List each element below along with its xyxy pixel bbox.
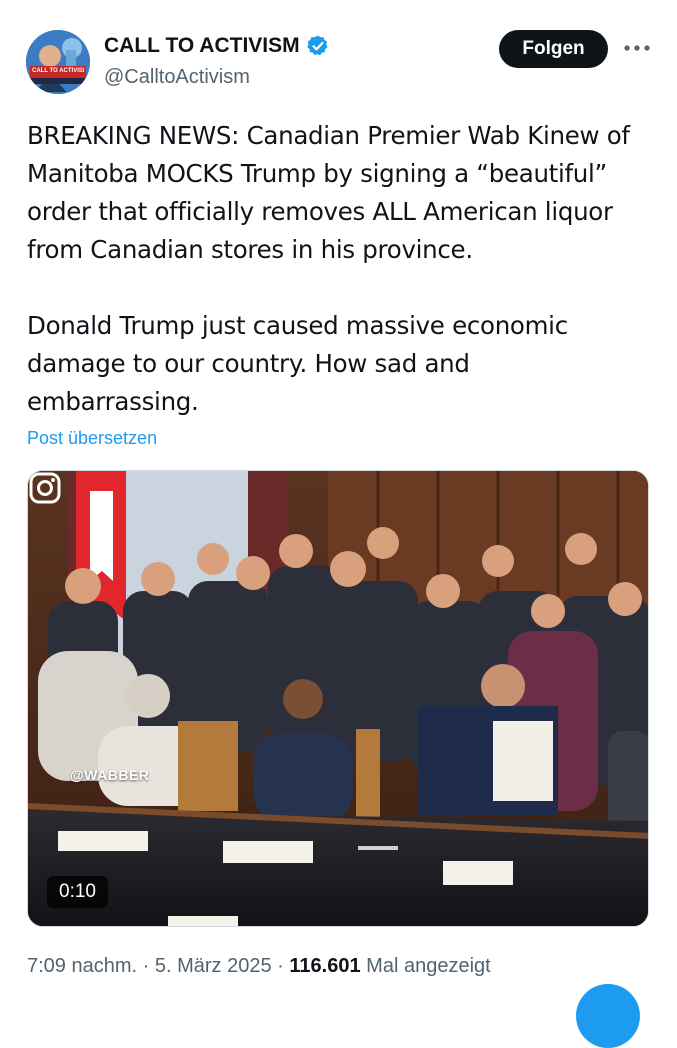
tweet-text: BREAKING NEWS: Canadian Premier Wab Kine…: [27, 121, 630, 416]
display-name-text: CALL TO ACTIVISM: [104, 34, 300, 57]
video-watermark: @WABBER: [70, 767, 150, 783]
instagram-icon: [29, 472, 61, 504]
display-name[interactable]: CALL TO ACTIVISM: [104, 34, 330, 58]
post-date[interactable]: 5. März 2025: [155, 955, 272, 977]
view-count: 116.601: [289, 955, 361, 977]
avatar-text: CALL TO ACTIVISM: [32, 68, 84, 74]
follow-button[interactable]: Folgen: [499, 30, 608, 68]
avatar[interactable]: CALL TO ACTIVISM: [26, 30, 90, 94]
translate-post-link[interactable]: Post übersetzen: [27, 428, 157, 449]
post-metadata: 7:09 nachm. · 5. März 2025 · 116.601 Mal…: [27, 955, 491, 978]
post-time[interactable]: 7:09 nachm.: [27, 955, 137, 977]
verified-badge-icon: [306, 35, 328, 56]
more-horizontal-icon: [624, 45, 650, 51]
meta-separator: ·: [142, 955, 150, 977]
compose-fab-button[interactable]: [576, 984, 640, 1048]
more-button[interactable]: [622, 36, 652, 60]
meta-separator-2: ·: [277, 955, 284, 977]
handle[interactable]: @CalltoActivism: [104, 66, 250, 89]
video-frame: [28, 471, 648, 926]
view-count-label: Mal angezeigt: [366, 955, 491, 977]
video-duration-badge: 0:10: [47, 876, 108, 908]
video-player[interactable]: @WABBER 0:10: [27, 470, 649, 927]
